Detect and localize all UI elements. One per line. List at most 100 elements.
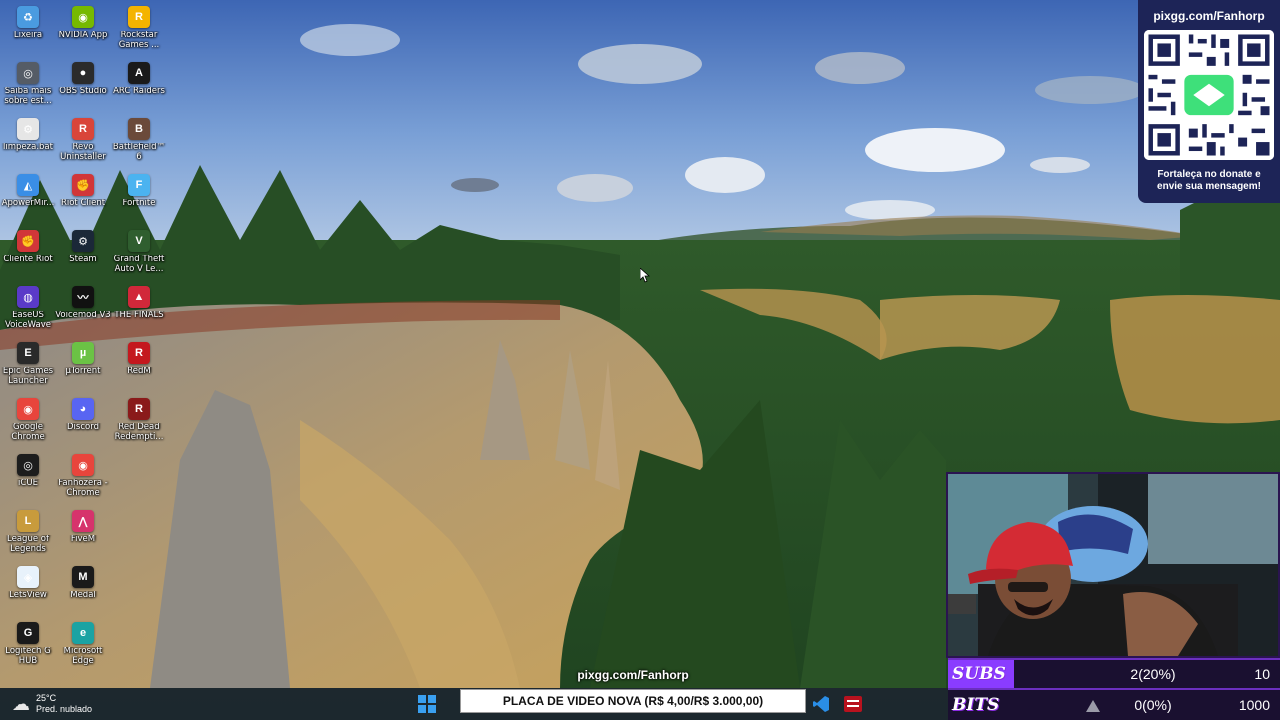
qr-code-icon: [1144, 30, 1274, 160]
desktop-shortcut[interactable]: ♻ Lixeira: [0, 2, 56, 56]
apowermirror-icon: ◭: [17, 174, 39, 196]
donate-panel: pixgg.com/Fanhorp Fortaleça no donate e …: [1138, 0, 1280, 203]
desktop-shortcut[interactable]: M Medal: [55, 562, 111, 616]
desktop-shortcut-label: Battlefield™ 6: [112, 143, 166, 162]
desktop-shortcut-label: OBS Studio: [59, 87, 107, 96]
desktop-shortcut[interactable]: ◕ Discord: [55, 394, 111, 448]
desktop-shortcut-label: Discord: [67, 423, 99, 432]
weather-widget[interactable]: ☁ 25°C Pred. nublado: [12, 693, 92, 715]
desktop-shortcut[interactable]: R Revo Uninstaller: [55, 114, 111, 168]
desktop-shortcut[interactable]: ◍ EaseUS VoiceWave: [0, 282, 56, 336]
voicewave-icon: ◍: [17, 286, 39, 308]
desktop-shortcut[interactable]: 〰 Voicemod V3: [55, 282, 111, 336]
desktop-shortcut[interactable]: ✊ Cliente Riot: [0, 226, 56, 280]
desktop-shortcut[interactable]: ▲ THE FINALS: [111, 282, 167, 336]
taskbar-voicemeeter-button[interactable]: [843, 694, 863, 714]
desktop-shortcut[interactable]: ◎ Saiba mais sobre est...: [0, 58, 56, 112]
arc-raiders-icon: A: [128, 62, 150, 84]
utorrent-icon: µ: [72, 342, 94, 364]
desktop-shortcut[interactable]: e Microsoft Edge: [55, 618, 111, 672]
recycle-bin-icon: ♻: [17, 6, 39, 28]
desktop-shortcut-label: Red Dead Redempti...: [114, 423, 164, 442]
edge-icon: e: [72, 622, 94, 644]
subs-goal-bar: SUBS 2(20%) 10: [948, 658, 1280, 688]
desktop-shortcut[interactable]: R RedM: [111, 338, 167, 392]
subs-goal-target: 10: [1254, 666, 1270, 682]
desktop-shortcut[interactable]: R Red Dead Redempti...: [111, 394, 167, 448]
donate-message: Fortaleça no donate e envie sua mensagem…: [1157, 169, 1261, 192]
desktop-shortcut[interactable]: E Epic Games Launcher: [0, 338, 56, 392]
taskbar-vscode-button[interactable]: [811, 694, 831, 714]
desktop-shortcut-label: EaseUS VoiceWave: [5, 311, 51, 330]
desktop-shortcut-label: FiveM: [70, 535, 96, 544]
nvidia-icon: ◉: [72, 6, 94, 28]
riot-client-icon: ✊: [17, 230, 39, 252]
lol-icon: L: [17, 510, 39, 532]
ticker-donate-url: pixgg.com/Fanhorp: [577, 668, 689, 682]
desktop-shortcut-label: ARC Raiders: [113, 87, 165, 96]
bits-goal-target: 1000: [1238, 697, 1270, 713]
desktop-shortcut-label: Voicemod V3: [55, 311, 111, 320]
donate-url: pixgg.com/Fanhorp: [1153, 9, 1265, 23]
desktop-shortcut[interactable]: ◎ iCUE: [0, 450, 56, 504]
discord-icon: ◕: [72, 398, 94, 420]
desktop-shortcut-label: LetsView: [9, 591, 47, 600]
weather-temperature: 25°C: [36, 693, 57, 703]
desktop-shortcut-label: Riot Client: [60, 199, 106, 208]
desktop-shortcut[interactable]: B Battlefield™ 6: [111, 114, 167, 168]
letsview-icon: ◈: [17, 566, 39, 588]
desktop-shortcut-label: Steam: [69, 255, 97, 264]
chrome-icon: ◉: [17, 398, 39, 420]
fortnite-icon: F: [128, 174, 150, 196]
desktop-shortcut-label: ApowerMir...: [1, 199, 55, 208]
desktop-shortcut-label: Rockstar Games ...: [118, 31, 160, 50]
desktop-shortcut[interactable]: ◉ Google Chrome: [0, 394, 56, 448]
desktop-shortcut-label: NVIDIA App: [58, 31, 108, 40]
obs-icon: ●: [72, 62, 94, 84]
fivem-icon: ⋀: [72, 510, 94, 532]
bits-goal-progress: 0(0%): [1134, 697, 1172, 713]
desktop-shortcut[interactable]: ● OBS Studio: [55, 58, 111, 112]
donation-goal-ticker: PLACA DE VIDEO NOVA (R$ 4,00/R$ 3.000,00…: [460, 689, 806, 713]
steam-icon: ⚙: [72, 230, 94, 252]
riot-icon: ✊: [72, 174, 94, 196]
desktop-shortcut-label: Logitech G HUB: [5, 647, 51, 666]
desktop-shortcut-label: THE FINALS: [114, 311, 164, 320]
desktop-shortcut-label: League of Legends: [7, 535, 49, 554]
desktop-shortcut-label: Medal: [70, 591, 96, 600]
rdr-icon: R: [128, 398, 150, 420]
desktop-shortcut[interactable]: L League of Legends: [0, 506, 56, 560]
desktop-shortcut[interactable]: V Grand Theft Auto V Le...: [111, 226, 167, 280]
desktop-shortcut[interactable]: R Rockstar Games ...: [111, 2, 167, 56]
desktop-shortcut-label: Lixeira: [13, 31, 43, 40]
subs-goal-logo: SUBS: [952, 664, 1006, 684]
webcam-feed: [946, 472, 1280, 658]
desktop-shortcut[interactable]: ◭ ApowerMir...: [0, 170, 56, 224]
subs-goal-progress: 2(20%): [1130, 666, 1176, 682]
desktop-shortcut-label: RedM: [127, 367, 151, 376]
desktop-shortcut[interactable]: ⚙ Steam: [55, 226, 111, 280]
desktop-shortcut[interactable]: ◉ Fanhozera - Chrome: [55, 450, 111, 504]
cloudy-weather-icon: ☁: [12, 693, 30, 714]
desktop-shortcut[interactable]: F Fortnite: [111, 170, 167, 224]
desktop-shortcut-label: Grand Theft Auto V Le...: [113, 255, 165, 274]
the-finals-icon: ▲: [128, 286, 150, 308]
desktop-shortcut-label: Fortnite: [122, 199, 156, 208]
desktop-shortcut[interactable]: A ARC Raiders: [111, 58, 167, 112]
desktop-shortcut[interactable]: G Logitech G HUB: [0, 618, 56, 672]
desktop-shortcut-label: Cliente Riot: [3, 255, 53, 264]
desktop-shortcut[interactable]: ⚙ limpeza.bat: [0, 114, 56, 168]
start-button[interactable]: [417, 694, 437, 714]
desktop-shortcut[interactable]: ⋀ FiveM: [55, 506, 111, 560]
desktop-shortcut-label: limpeza.bat: [3, 143, 53, 152]
revo-icon: R: [72, 118, 94, 140]
desktop-shortcut[interactable]: ◉ NVIDIA App: [55, 2, 111, 56]
desktop-shortcut[interactable]: µ µTorrent: [55, 338, 111, 392]
vscode-icon: [813, 696, 829, 712]
desktop-shortcut[interactable]: ◈ LetsView: [0, 562, 56, 616]
desktop-shortcut[interactable]: ✊ Riot Client: [55, 170, 111, 224]
medal-icon: M: [72, 566, 94, 588]
redm-icon: R: [128, 342, 150, 364]
chrome-profile-icon: ◉: [72, 454, 94, 476]
voicemeeter-icon: [844, 696, 862, 712]
